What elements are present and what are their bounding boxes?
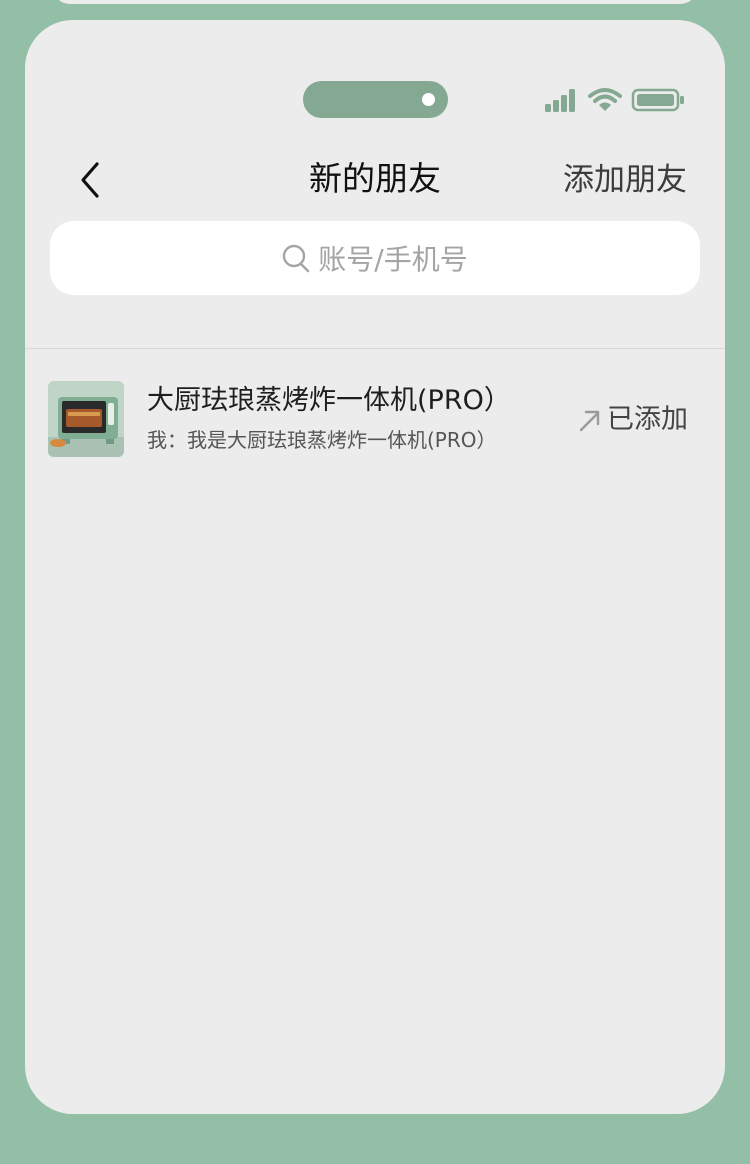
friend-avatar bbox=[48, 381, 124, 457]
back-button[interactable] bbox=[73, 160, 109, 200]
search-icon bbox=[283, 244, 310, 273]
friend-message: 我：我是大厨珐琅蒸烤炸一体机(PRO） bbox=[147, 428, 497, 452]
signal-icon bbox=[545, 89, 575, 112]
search-placeholder: 账号/手机号 bbox=[318, 243, 468, 276]
divider bbox=[25, 348, 725, 349]
friend-name: 大厨珐琅蒸烤炸一体机(PRO） bbox=[147, 385, 511, 416]
page-title: 新的朋友 bbox=[309, 159, 441, 198]
friend-list-item[interactable]: 大厨珐琅蒸烤炸一体机(PRO） 我：我是大厨珐琅蒸烤炸一体机(PRO） 已添加 bbox=[25, 370, 725, 470]
back-chevron-icon bbox=[81, 162, 99, 198]
add-friend-button[interactable]: 添加朋友 bbox=[563, 158, 687, 202]
search-input[interactable]: 账号/手机号 bbox=[50, 221, 700, 295]
status-bar-icons bbox=[543, 86, 688, 114]
added-status-label: 已添加 bbox=[607, 404, 688, 435]
wifi-icon bbox=[588, 88, 622, 111]
steam-oven-product-photo bbox=[48, 381, 124, 457]
search-content: 账号/手机号 bbox=[50, 221, 700, 295]
battery-icon bbox=[631, 88, 684, 112]
camera-dot bbox=[422, 93, 435, 106]
phone-screen: 新的朋友 添加朋友 账号/手机号 大厨珐琅蒸烤炸一体机(PRO） 我：我是大厨珐… bbox=[25, 20, 725, 1114]
friend-status: 已添加 bbox=[577, 402, 688, 438]
background-card-top bbox=[52, 0, 698, 4]
arrow-up-right-icon bbox=[579, 410, 600, 432]
